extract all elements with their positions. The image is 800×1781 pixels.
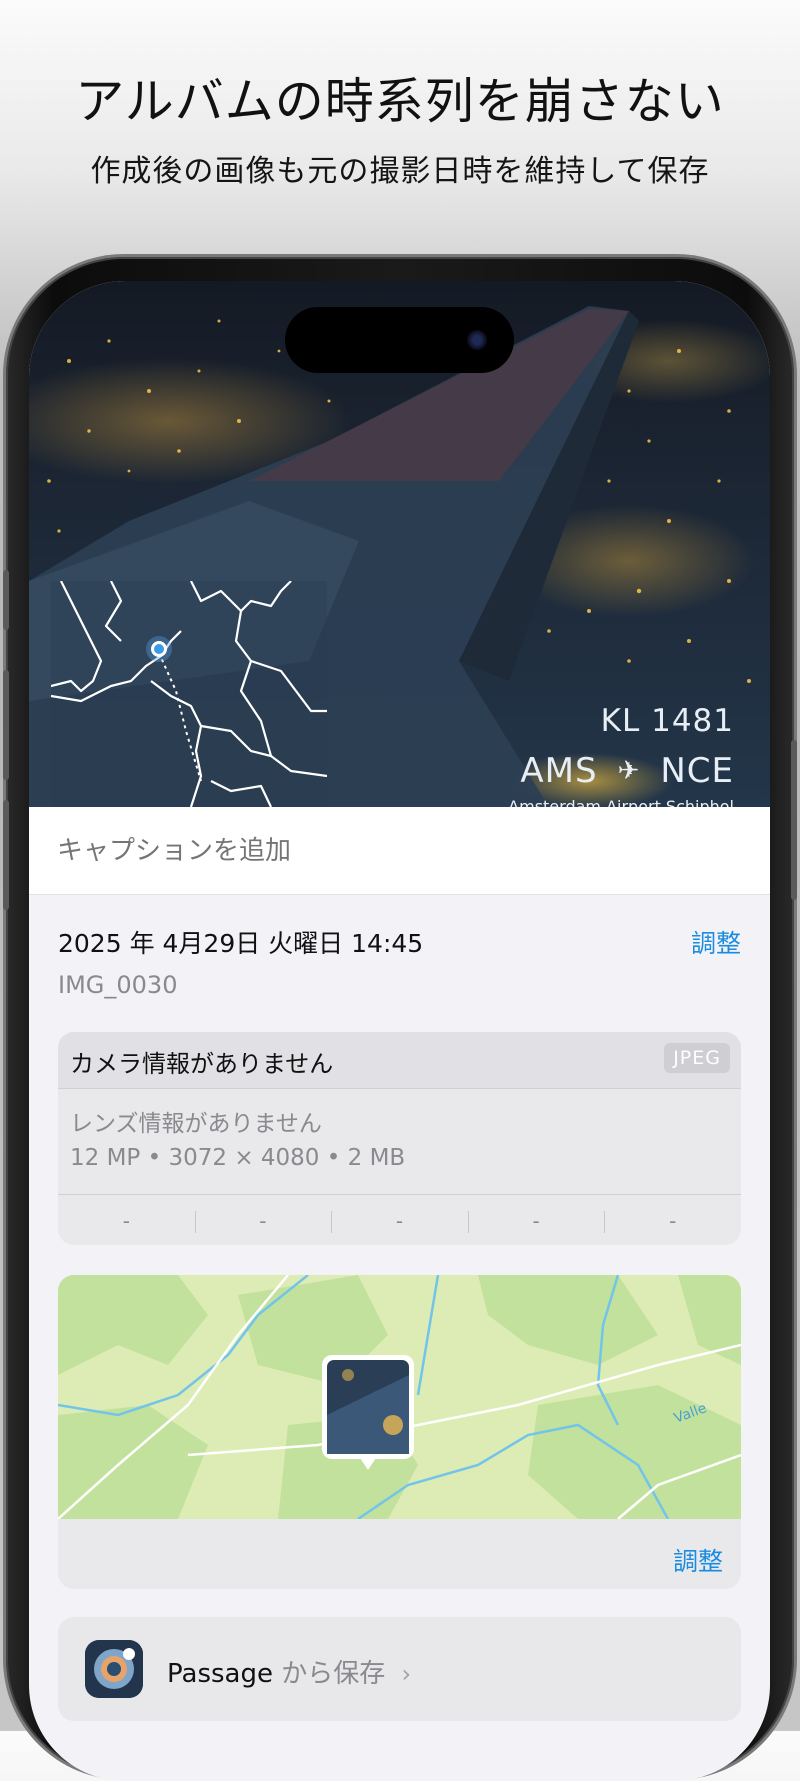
flight-code: KL 1481 — [600, 703, 734, 739]
headline: アルバムの時系列を崩さない — [75, 73, 725, 130]
subheadline: 作成後の画像も元の撮影日時を維持して保存 — [90, 154, 710, 189]
camera-info-header: カメラ情報がありません JPEG — [58, 1032, 741, 1089]
volume-down-button — [3, 800, 9, 910]
file-name: IMG_0030 — [58, 971, 178, 999]
chevron-right-icon: › — [401, 1660, 412, 1688]
save-from-label: から保存 — [281, 1659, 386, 1689]
destination-code: NCE — [660, 751, 734, 791]
caption-input[interactable] — [55, 807, 739, 896]
lens-info: レンズ情報がありません — [70, 1111, 322, 1137]
location-map[interactable]: Valle — [58, 1275, 741, 1519]
front-camera — [467, 330, 487, 350]
adjust-date-button[interactable]: 調整 — [691, 924, 741, 960]
camera-title: カメラ情報がありません — [70, 1050, 334, 1078]
photo-preview[interactable]: KL 1481 AMS ✈ NCE Amsterdam Airport Schi… — [29, 281, 770, 807]
phone-screen: KL 1481 AMS ✈ NCE Amsterdam Airport Schi… — [29, 281, 770, 1781]
flight-route: AMS ✈ NCE — [520, 751, 734, 791]
dynamic-island — [285, 307, 514, 373]
format-badge: JPEG — [664, 1043, 730, 1073]
exif-iso: - — [122, 1208, 130, 1233]
photo-pin[interactable] — [322, 1355, 414, 1470]
exif-focal-length: - — [194, 1209, 332, 1233]
volume-up-button — [3, 670, 9, 780]
adjust-location-button[interactable]: 調整 — [673, 1542, 723, 1578]
caption-row — [29, 807, 770, 896]
location-card: Valle 調整 — [58, 1275, 741, 1589]
camera-info-card: カメラ情報がありません JPEG レンズ情報がありません 12 MP • 307… — [58, 1032, 741, 1245]
exif-aperture: - — [467, 1209, 605, 1233]
exif-shutter: - — [604, 1209, 741, 1233]
action-button — [3, 570, 9, 630]
image-specs: 12 MP • 3072 × 4080 • 2 MB — [70, 1145, 406, 1171]
plane-icon: ✈ — [617, 756, 641, 786]
origin-code: AMS — [520, 751, 598, 791]
exif-ev: - — [331, 1209, 468, 1233]
app-name: Passage — [167, 1659, 273, 1689]
passage-app-icon — [85, 1640, 143, 1698]
save-source-row[interactable]: Passage から保存 › — [58, 1617, 741, 1721]
save-source-label: Passage から保存 › — [167, 1653, 411, 1690]
route-map — [51, 581, 327, 807]
airport-name: Amsterdam Airport Schiphol — [508, 797, 734, 807]
exif-row: - - - - - — [58, 1194, 741, 1245]
power-button — [791, 740, 797, 900]
capture-datetime: 2025 年 4月29日 火曜日 14:45 — [58, 929, 424, 958]
